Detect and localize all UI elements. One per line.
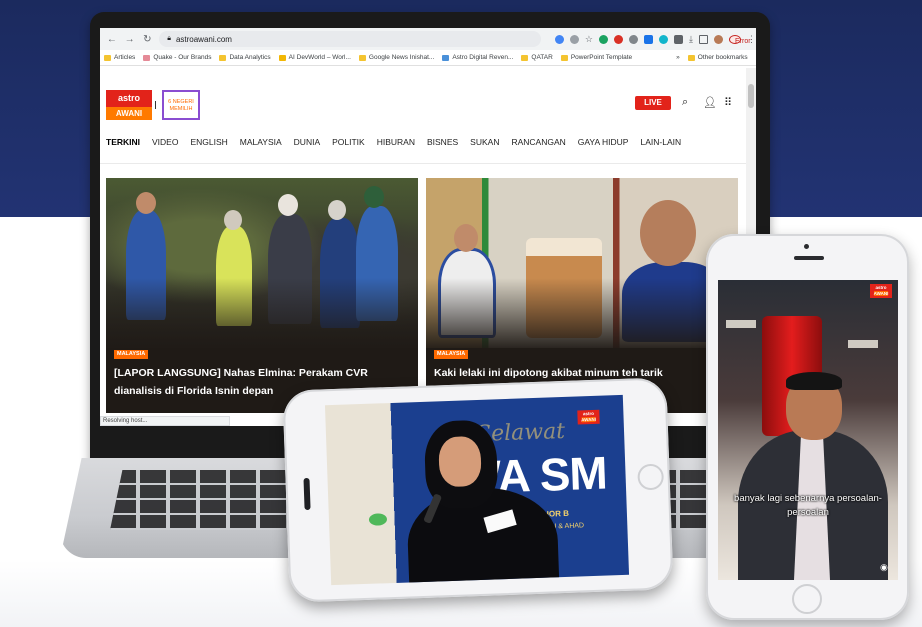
scrollbar-thumb[interactable] bbox=[748, 84, 754, 108]
portrait-phone-screen[interactable]: banyak lagi sebenarnya persoalan-persoal… bbox=[718, 280, 898, 580]
astro-awani-logo[interactable]: astro AWANI bbox=[106, 90, 152, 120]
bookmark-item[interactable]: Google News Inishat... bbox=[358, 54, 434, 61]
address-bar[interactable]: 🔒︎ astroawani.com bbox=[159, 31, 541, 47]
page-icon bbox=[143, 54, 151, 61]
nav-item-rancangan[interactable]: RANCANGAN bbox=[511, 137, 565, 153]
ai-icon bbox=[278, 54, 286, 61]
home-button[interactable] bbox=[637, 463, 665, 491]
nav-item-sukan[interactable]: SUKAN bbox=[470, 137, 499, 153]
bookmark-item[interactable]: Quake - Our Brands bbox=[143, 54, 211, 61]
laptop-screen: ← → ↻ 🔒︎ astroawani.com ☆ ⤓ Error ⋮ Arti… bbox=[100, 28, 756, 426]
nav-item-terkini[interactable]: TERKINI bbox=[106, 137, 140, 153]
nav-item-bisnes[interactable]: BISNES bbox=[427, 137, 458, 153]
main-nav: TERKINI VIDEO ENGLISH MALAYSIA DUNIA POL… bbox=[106, 137, 736, 153]
portrait-phone: banyak lagi sebenarnya persoalan-persoal… bbox=[706, 234, 909, 620]
studio-light bbox=[726, 320, 756, 328]
extension-green-icon[interactable] bbox=[599, 34, 608, 44]
lock-icon: 🔒︎ bbox=[167, 35, 171, 42]
worker-head bbox=[224, 210, 242, 230]
astro-awani-watermark: astro AWANI bbox=[577, 409, 600, 425]
folder-icon bbox=[521, 54, 529, 61]
nav-item-lain-lain[interactable]: LAIN-LAIN bbox=[640, 137, 681, 153]
back-icon[interactable]: ← bbox=[106, 34, 118, 45]
logo-divider bbox=[155, 101, 159, 109]
forward-icon[interactable]: → bbox=[124, 34, 136, 45]
bookmark-item[interactable]: Articles bbox=[104, 54, 135, 61]
folder-icon bbox=[104, 54, 111, 61]
worker-head bbox=[278, 194, 298, 216]
download-icon[interactable]: ⤓ bbox=[689, 34, 693, 45]
worker-head bbox=[328, 200, 346, 220]
bookmark-item[interactable]: QATAR bbox=[521, 54, 553, 61]
nav-item-malaysia[interactable]: MALAYSIA bbox=[240, 137, 282, 153]
partner-logo[interactable]: 6 NEGERI MEMILIH bbox=[162, 90, 200, 120]
more-bookmarks-button[interactable]: » bbox=[676, 54, 680, 61]
nav-item-video[interactable]: VIDEO bbox=[152, 137, 178, 153]
reload-icon[interactable]: ↻ bbox=[141, 34, 153, 45]
live-button[interactable]: LIVE bbox=[635, 96, 671, 110]
bookmark-item[interactable]: PowerPoint Template bbox=[560, 54, 632, 61]
extension-red-icon[interactable] bbox=[614, 34, 623, 44]
extension-grey-icon[interactable] bbox=[629, 34, 638, 44]
folder-icon bbox=[358, 54, 366, 61]
search-icon[interactable]: ⌕ bbox=[682, 96, 688, 109]
landscape-phone: Selawat WA SM UN CITY, JOHOR B | SABTU &… bbox=[282, 377, 674, 603]
video-caption: banyak lagi sebenarnya persoalan-persoal… bbox=[734, 493, 882, 518]
worker-head bbox=[136, 192, 156, 214]
kebab-menu-icon[interactable]: ⋮ bbox=[747, 34, 756, 45]
bookmark-item[interactable]: Data Analytics bbox=[219, 54, 271, 61]
nav-item-english[interactable]: ENGLISH bbox=[190, 137, 227, 153]
avatar[interactable] bbox=[713, 34, 723, 44]
bookmarks-bar: Articles Quake - Our Brands Data Analyti… bbox=[100, 50, 756, 66]
extension-icons: ☆ ⤓ Error ⋮ bbox=[554, 34, 756, 45]
article-card[interactable]: MALAYSIA Kaki lelaki ini dipotong akibat… bbox=[426, 178, 738, 413]
promo-composite: ← → ↻ 🔒︎ astroawani.com ☆ ⤓ Error ⋮ Arti… bbox=[0, 0, 922, 627]
category-tag[interactable]: MALAYSIA bbox=[434, 350, 469, 359]
share-icon[interactable] bbox=[569, 34, 579, 44]
puzzle-icon[interactable] bbox=[674, 34, 683, 44]
page-icon bbox=[442, 54, 450, 61]
article-card[interactable]: MALAYSIA [LAPOR LANGSUNG] Nahas Elmina: … bbox=[106, 178, 418, 413]
browser-toolbar: ← → ↻ 🔒︎ astroawani.com ☆ ⤓ Error ⋮ bbox=[100, 28, 756, 50]
stage-lamp bbox=[368, 513, 388, 526]
home-button[interactable] bbox=[792, 584, 822, 614]
extension-teal-icon[interactable] bbox=[659, 34, 668, 44]
phone-speaker bbox=[303, 477, 311, 511]
extension-blue-icon[interactable] bbox=[644, 34, 653, 44]
grid-menu-icon[interactable]: ⠿ bbox=[724, 96, 732, 109]
astro-awani-watermark: astro AWANI bbox=[870, 284, 892, 298]
folder-icon bbox=[219, 54, 227, 61]
sidepanel-icon[interactable] bbox=[698, 34, 708, 44]
landscape-phone-screen[interactable]: Selawat WA SM UN CITY, JOHOR B | SABTU &… bbox=[324, 394, 630, 586]
camera-icon: ◉ bbox=[880, 562, 888, 572]
folder-icon bbox=[560, 54, 568, 61]
presenter-face bbox=[438, 435, 482, 488]
folder-icon bbox=[687, 54, 695, 61]
nav-item-dunia[interactable]: DUNIA bbox=[294, 137, 320, 153]
bookmark-item[interactable]: Astro Digital Reven... bbox=[442, 54, 513, 61]
studio-light bbox=[848, 340, 878, 348]
nav-item-gaya-hidup[interactable]: GAYA HIDUP bbox=[578, 137, 629, 153]
article-title[interactable]: Kaki lelaki ini dipotong akibat minum te… bbox=[434, 364, 726, 382]
man-head bbox=[640, 200, 696, 266]
host-hair bbox=[786, 372, 842, 390]
worker-head bbox=[364, 186, 384, 208]
nav-item-hiburan[interactable]: HIBURAN bbox=[377, 137, 415, 153]
site-header: astro AWANI 6 NEGERI MEMILIH LIVE ⌕ 👤︎ ⠿ bbox=[100, 68, 756, 124]
profile-error-button[interactable]: Error bbox=[728, 34, 751, 45]
category-tag[interactable]: MALAYSIA bbox=[114, 350, 149, 359]
google-icon[interactable] bbox=[554, 34, 564, 44]
phone-speaker bbox=[794, 256, 824, 260]
person-head bbox=[454, 224, 478, 252]
nav-item-politik[interactable]: POLITIK bbox=[332, 137, 365, 153]
star-icon[interactable]: ☆ bbox=[585, 34, 593, 45]
bookmark-item[interactable]: AI DevWorld – Worl... bbox=[278, 54, 351, 61]
browser-status-bar: Resolving host... bbox=[100, 416, 230, 426]
address-text: astroawani.com bbox=[175, 34, 232, 44]
front-camera bbox=[804, 244, 809, 249]
user-icon[interactable]: 👤︎ bbox=[703, 96, 717, 109]
other-bookmarks-button[interactable]: Other bookmarks bbox=[687, 54, 748, 61]
nav-divider bbox=[100, 163, 746, 164]
